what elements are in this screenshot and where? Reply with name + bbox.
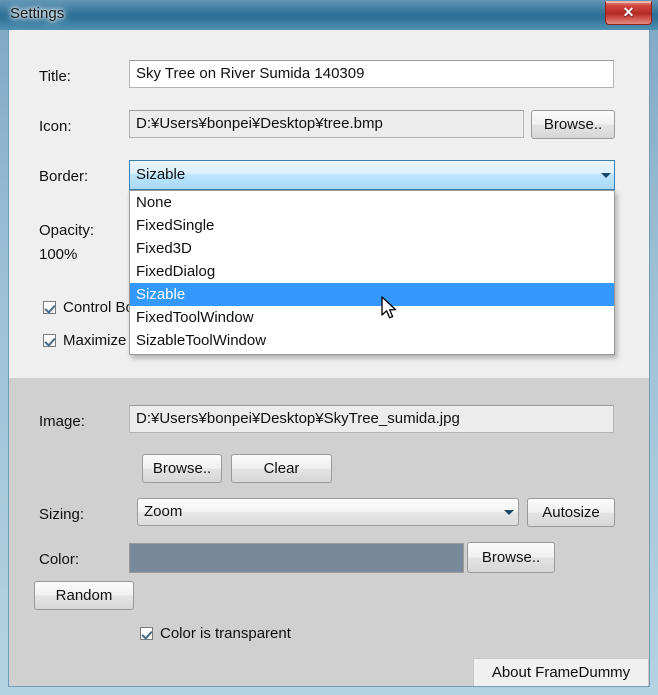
color-field-label: Color: bbox=[39, 551, 80, 568]
border-dropdown-list[interactable]: None FixedSingle Fixed3D FixedDialog Siz… bbox=[129, 190, 615, 355]
dropdown-option-fixed3d[interactable]: Fixed3D bbox=[130, 237, 614, 260]
dropdown-option-sizabletoolwindow[interactable]: SizableToolWindow bbox=[130, 329, 614, 352]
control-box-checkbox-box[interactable] bbox=[43, 301, 56, 314]
about-button[interactable]: About FrameDummy bbox=[473, 658, 649, 686]
opacity-value: 100% bbox=[39, 246, 78, 263]
image-path-input[interactable]: D:¥Users¥bonpei¥Desktop¥SkyTree_sumida.j… bbox=[129, 405, 614, 433]
autosize-button[interactable]: Autosize bbox=[527, 498, 615, 527]
color-transparent-checkbox-box[interactable] bbox=[140, 627, 153, 640]
dialog-client-area: Title: Sky Tree on River Sumida 140309 I… bbox=[8, 30, 650, 687]
dropdown-option-sizable[interactable]: Sizable bbox=[130, 283, 614, 306]
sizing-field-label: Sizing: bbox=[39, 506, 85, 523]
color-transparent-checkbox-label: Color is transparent bbox=[160, 625, 291, 642]
chevron-down-icon bbox=[504, 510, 514, 515]
dropdown-option-fixedsingle[interactable]: FixedSingle bbox=[130, 214, 614, 237]
random-button[interactable]: Random bbox=[34, 581, 134, 610]
window-titlebar[interactable]: Settings ✕ bbox=[0, 0, 658, 30]
color-swatch[interactable] bbox=[129, 543, 464, 573]
maximize-checkbox-box[interactable] bbox=[43, 334, 56, 347]
color-transparent-checkbox[interactable]: Color is transparent bbox=[140, 625, 291, 642]
border-combobox-value: Sizable bbox=[136, 166, 186, 183]
chevron-down-icon bbox=[601, 173, 611, 178]
image-settings-panel: Image: D:¥Users¥bonpei¥Desktop¥SkyTree_s… bbox=[9, 378, 649, 686]
title-input[interactable]: Sky Tree on River Sumida 140309 bbox=[129, 60, 614, 88]
control-box-checkbox[interactable]: Control Box bbox=[43, 299, 141, 316]
settings-window: Settings ✕ Title: Sky Tree on River Sumi… bbox=[0, 0, 658, 695]
dropdown-option-fixeddialog[interactable]: FixedDialog bbox=[130, 260, 614, 283]
image-clear-button[interactable]: Clear bbox=[231, 454, 332, 483]
icon-browse-button[interactable]: Browse.. bbox=[531, 110, 615, 139]
image-field-label: Image: bbox=[39, 413, 85, 430]
close-button[interactable]: ✕ bbox=[605, 1, 652, 25]
border-combobox[interactable]: Sizable bbox=[129, 160, 615, 190]
opacity-label: Opacity: bbox=[39, 222, 95, 239]
icon-path-input[interactable]: D:¥Users¥bonpei¥Desktop¥tree.bmp bbox=[129, 110, 524, 138]
maximize-checkbox[interactable]: Maximize bbox=[43, 332, 126, 349]
dropdown-option-none[interactable]: None bbox=[130, 191, 614, 214]
title-field-label: Title: bbox=[39, 68, 71, 85]
border-field-label: Border: bbox=[39, 168, 89, 185]
dropdown-option-fixedtoolwindow[interactable]: FixedToolWindow bbox=[130, 306, 614, 329]
window-settings-panel: Title: Sky Tree on River Sumida 140309 I… bbox=[9, 30, 649, 378]
close-icon: ✕ bbox=[622, 4, 635, 20]
icon-field-label: Icon: bbox=[39, 118, 72, 135]
maximize-checkbox-label: Maximize bbox=[63, 332, 127, 349]
sizing-combobox-value: Zoom bbox=[144, 503, 183, 520]
titlebar-gloss bbox=[0, 0, 658, 14]
sizing-combobox[interactable]: Zoom bbox=[137, 498, 519, 526]
window-title: Settings bbox=[10, 5, 65, 22]
color-browse-button[interactable]: Browse.. bbox=[467, 542, 555, 573]
image-browse-button[interactable]: Browse.. bbox=[142, 454, 222, 483]
